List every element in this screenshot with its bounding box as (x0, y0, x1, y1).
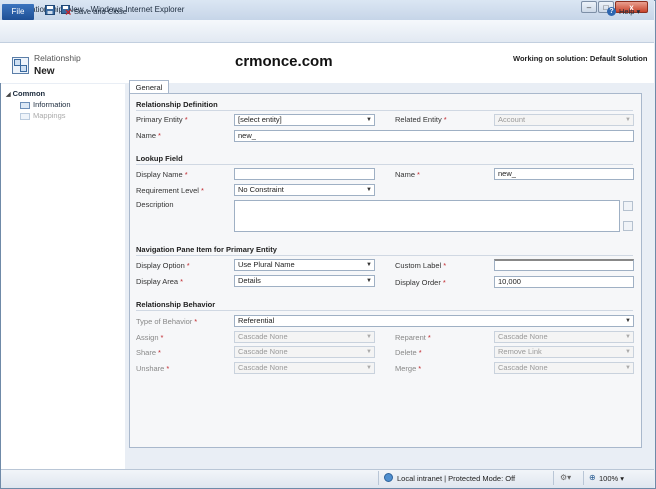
custom-label-input[interactable] (494, 259, 634, 271)
unshare-select: Cascade None ▼ (234, 362, 375, 374)
dropdown-arrow-icon: ▼ (366, 262, 372, 268)
scroll-up-button[interactable] (623, 201, 633, 211)
watermark-text: crmonce.com (235, 53, 333, 70)
nav-group-common[interactable]: ◢ Common (6, 89, 45, 98)
zoom-level[interactable]: 100% ▾ (599, 474, 624, 483)
scroll-down-button[interactable] (623, 221, 633, 231)
description-textarea[interactable] (234, 200, 620, 232)
related-entity-label: Related Entity * (395, 115, 447, 124)
zoom-icon[interactable]: ⊕ (589, 473, 596, 482)
tab-general[interactable]: General (129, 80, 169, 94)
unshare-label: Unshare * (136, 364, 170, 373)
share-select: Cascade None ▼ (234, 346, 375, 358)
related-entity-select: Account ▼ (494, 114, 634, 126)
merge-select: Cascade None ▼ (494, 362, 634, 374)
save-icon[interactable] (45, 5, 55, 15)
requirement-level-label: Requirement Level * (136, 186, 204, 195)
dropdown-arrow-icon: ▼ (366, 349, 372, 355)
dropdown-arrow-icon: ▼ (625, 334, 631, 340)
primary-entity-label: Primary Entity * (136, 115, 188, 124)
lookup-name-input[interactable]: new_ (494, 168, 634, 180)
share-label: Share * (136, 348, 161, 357)
delete-label: Delete * (395, 348, 422, 357)
dropdown-arrow-icon: ▼ (366, 187, 372, 193)
help-icon[interactable]: ? (607, 7, 616, 16)
dropdown-arrow-icon: ▼ (366, 278, 372, 284)
display-area-select[interactable]: Details ▼ (234, 275, 375, 287)
delete-select: Remove Link ▼ (494, 346, 634, 358)
dropdown-arrow-icon: ▼ (625, 117, 631, 123)
merge-label: Merge * (395, 364, 422, 373)
save-and-close-button[interactable]: Save and Close (74, 7, 127, 16)
lookup-name-label: Name * (395, 170, 420, 179)
relationship-name-input[interactable]: new_ (234, 130, 634, 142)
nav-item-mappings: Mappings (33, 111, 66, 120)
solution-indicator: Working on solution: Default Solution (513, 54, 648, 63)
section-divider (136, 255, 633, 256)
dropdown-arrow-icon: ▼ (625, 365, 631, 371)
dropdown-arrow-icon: ▼ (366, 334, 372, 340)
section-divider (136, 310, 633, 311)
dropdown-arrow-icon: ▼ (366, 365, 372, 371)
intranet-zone-icon (384, 473, 393, 482)
security-zone-text: Local intranet | Protected Mode: Off (397, 474, 516, 483)
ribbon-bar (0, 20, 654, 43)
collapse-arrow-icon: ◢ (6, 92, 11, 98)
reparent-label: Reparent * (395, 333, 431, 342)
mappings-icon (20, 113, 30, 120)
display-option-select[interactable]: Use Plural Name ▼ (234, 259, 375, 271)
section-divider (136, 110, 633, 111)
name-label: Name * (136, 131, 161, 140)
assign-label: Assign * (136, 333, 164, 342)
display-order-input[interactable]: 10,000 (494, 276, 634, 288)
dropdown-arrow-icon: ▼ (625, 318, 631, 324)
reparent-select: Cascade None ▼ (494, 331, 634, 343)
dropdown-arrow-icon: ▼ (625, 349, 631, 355)
section-title-lookup-field: Lookup Field (136, 154, 183, 163)
record-name: New (34, 66, 55, 77)
left-navigation (1, 84, 125, 474)
save-and-close-icon[interactable] (61, 5, 71, 15)
custom-label-label: Custom Label * (395, 261, 447, 270)
section-title-navigation-pane: Navigation Pane Item for Primary Entity (136, 245, 277, 254)
type-of-behavior-label: Type of Behavior * (136, 317, 198, 326)
description-label: Description (136, 200, 174, 209)
information-icon (20, 102, 30, 109)
primary-entity-select[interactable]: [select entity] ▼ (234, 114, 375, 126)
section-title-relationship-definition: Relationship Definition (136, 100, 218, 109)
dropdown-arrow-icon: ▼ (366, 117, 372, 123)
display-area-label: Display Area * (136, 277, 184, 286)
nav-item-information[interactable]: Information (33, 100, 71, 109)
entity-type-label: Relationship (34, 53, 81, 63)
relationship-entity-icon (12, 57, 29, 74)
display-option-label: Display Option * (136, 261, 190, 270)
file-button[interactable]: File (2, 4, 34, 20)
protected-mode-icon[interactable]: ⚙▾ (560, 473, 571, 482)
type-of-behavior-select[interactable]: Referential ▼ (234, 315, 634, 327)
status-separator (553, 471, 554, 485)
section-divider (136, 164, 633, 165)
status-separator (583, 471, 584, 485)
display-name-label: Display Name * (136, 170, 188, 179)
display-order-label: Display Order * (395, 278, 446, 287)
minimize-button[interactable]: – (581, 1, 597, 13)
requirement-level-select[interactable]: No Constraint ▼ (234, 184, 375, 196)
status-separator (378, 471, 379, 485)
section-title-relationship-behavior: Relationship Behavior (136, 300, 216, 309)
status-bar (1, 469, 654, 488)
assign-select: Cascade None ▼ (234, 331, 375, 343)
display-name-input[interactable] (234, 168, 375, 180)
help-menu[interactable]: Help ▾ (619, 7, 640, 16)
